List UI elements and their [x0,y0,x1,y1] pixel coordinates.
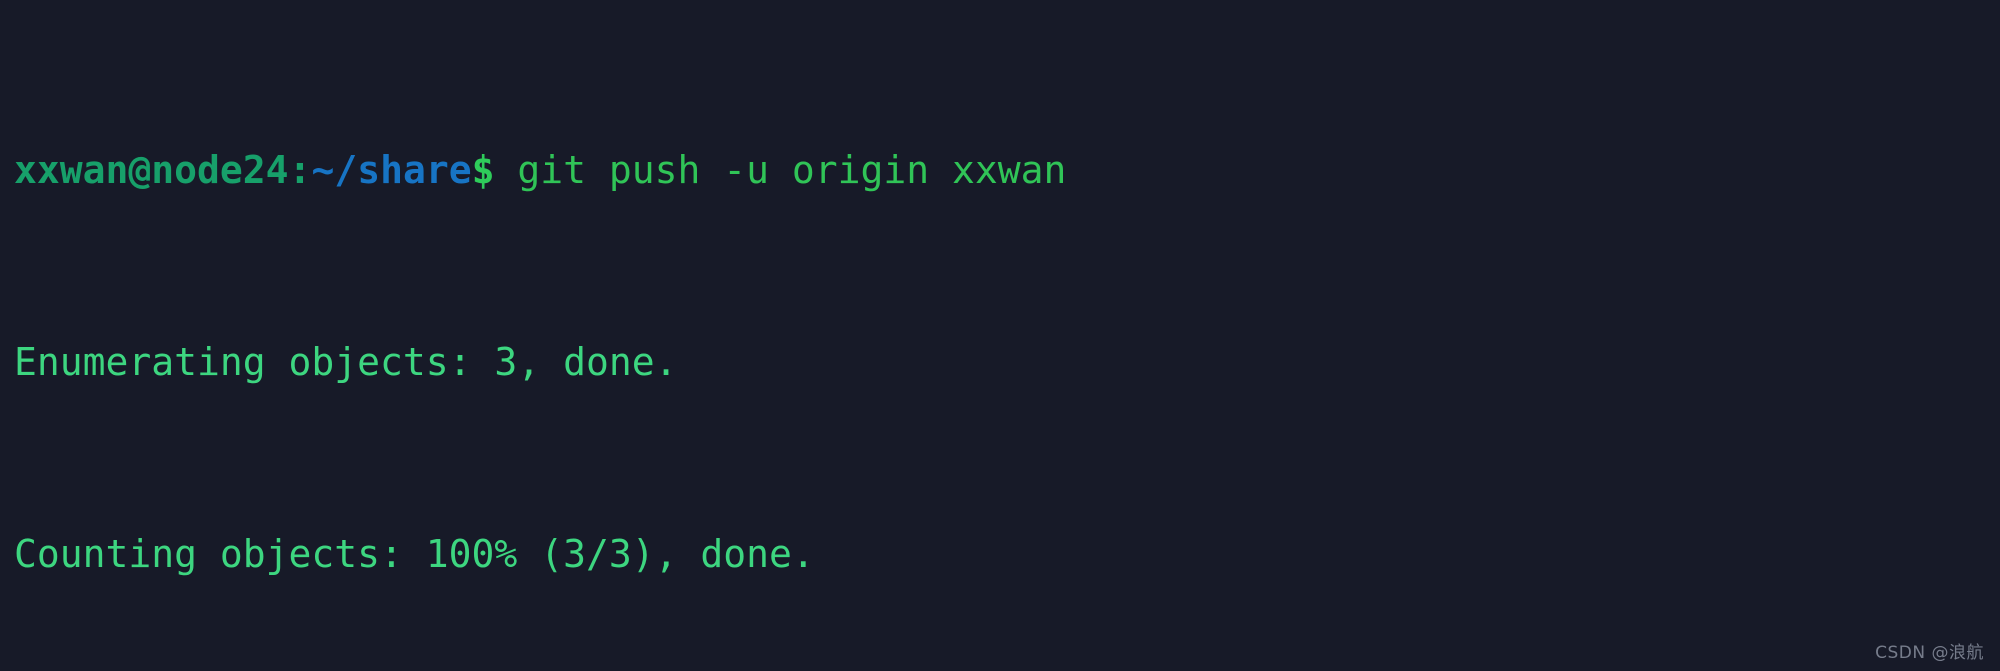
prompt-symbol: $ [471,148,495,192]
terminal-output-area: xxwan@node24:~/share$ git push -u origin… [14,2,2000,671]
prompt-path: ~/share [311,148,472,192]
output-line-text: Enumerating objects: 3, done. [14,340,678,384]
output-line: Enumerating objects: 3, done. [14,338,2000,386]
prompt-separator: : [288,148,312,192]
csdn-watermark: CSDN @浪航 [1875,643,1984,663]
output-line: Counting objects: 100% (3/3), done. [14,530,2000,578]
command-text: git push -u origin xxwan [494,148,1067,192]
output-line-text: Counting objects: 100% (3/3), done. [14,532,815,576]
prompt-user-host: xxwan@node24 [14,148,289,192]
terminal-window: xxwan@node24:~/share$ git push -u origin… [0,0,2000,671]
prompt-line: xxwan@node24:~/share$ git push -u origin… [14,146,2000,194]
